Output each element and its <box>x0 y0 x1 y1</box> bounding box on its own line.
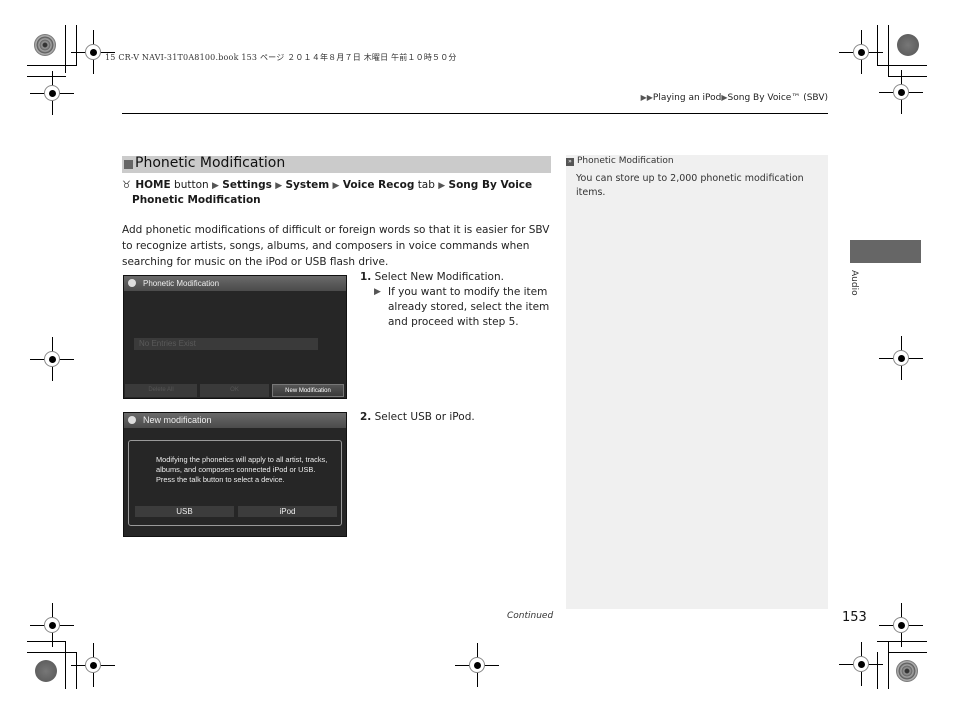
sidebar-note: » Phonetic Modification You can store up … <box>566 155 828 609</box>
continued-label: Continued <box>507 611 554 621</box>
step-2: 2. Select USB or iPod. <box>360 410 555 425</box>
crop-line <box>877 641 927 642</box>
path-phonetic-modification: Phonetic Modification <box>132 194 261 206</box>
crop-line <box>877 65 927 66</box>
ok-button[interactable]: OK <box>200 384 269 397</box>
crop-line <box>76 652 77 689</box>
step-note: ▶ If you want to modify the item already… <box>374 285 555 330</box>
step-punct: . <box>471 411 475 423</box>
registration-disc-icon <box>34 34 56 56</box>
breadcrumb-arrows-icon: ▶▶ <box>640 93 653 102</box>
gear-icon <box>128 279 136 287</box>
path-home: HOME <box>135 179 171 191</box>
crop-line <box>27 76 66 77</box>
path-system: System <box>285 179 330 191</box>
phonetic-modification-screenshot: Phonetic Modification No Entries Exist D… <box>123 275 347 399</box>
crop-line <box>76 25 77 65</box>
crop-line <box>888 76 927 77</box>
section-title: Phonetic Modification <box>135 155 286 171</box>
ipod-button[interactable]: iPod <box>238 506 337 517</box>
gear-icon <box>128 416 136 424</box>
step-number: 2. <box>360 411 372 423</box>
new-modification-screenshot: New modification Modifying the phonetics… <box>123 412 347 537</box>
step-note-text: If you want to modify the item already s… <box>388 286 550 328</box>
crop-line <box>877 652 878 689</box>
step-option-usb: USB <box>410 411 432 423</box>
step-punct: . <box>500 271 504 283</box>
registration-disc-icon <box>897 34 919 56</box>
step-target: New Modification <box>410 271 501 283</box>
path-song-by-voice: Song By Voice <box>448 179 533 191</box>
path-arrow-icon: ▶ <box>438 181 446 191</box>
print-header: 15 CR-V NAVI-31T0A8100.book 153 ページ ２０１４… <box>105 53 457 62</box>
section-square-icon <box>124 160 133 169</box>
path-text: button <box>174 179 209 191</box>
chapter-tab[interactable] <box>850 240 921 263</box>
step-1: 1. Select New Modification. ▶ If you wan… <box>360 270 555 330</box>
crop-line <box>888 652 927 653</box>
sidebar-note-heading: » Phonetic Modification <box>566 156 674 166</box>
breadcrumb: ▶▶Playing an iPod▶Song By Voice™ (SBV) <box>641 93 828 103</box>
navigation-path: ♉ HOME button ▶ Settings ▶ System ▶ Voic… <box>122 178 552 207</box>
intro-paragraph: Add phonetic modifications of difficult … <box>122 224 550 268</box>
sidebar-note-body: You can store up to 2,000 phonetic modif… <box>576 173 804 198</box>
new-modification-button[interactable]: New Modification <box>272 384 344 397</box>
screen-titlebar: New modification <box>124 413 346 428</box>
path-arrow-icon: ▶ <box>332 181 340 191</box>
double-chevron-icon: » <box>566 158 574 166</box>
crop-line <box>27 65 77 66</box>
crop-line <box>888 25 889 76</box>
crop-line <box>27 652 77 653</box>
dialog-message: Modifying the phonetics will apply to al… <box>156 455 328 484</box>
screen-title: Phonetic Modification <box>143 279 220 288</box>
breadcrumb-item[interactable]: Playing an iPod <box>653 93 721 103</box>
registration-disc-icon <box>35 660 57 682</box>
crop-line <box>877 25 878 65</box>
delete-all-button[interactable]: Delete All <box>125 384 197 397</box>
step-text: or <box>435 411 447 423</box>
chapter-tab-label: Audio <box>849 270 859 296</box>
step-text: Select <box>374 271 408 283</box>
breadcrumb-item[interactable]: Song By Voice™ (SBV) <box>728 93 828 103</box>
step-number: 1. <box>360 271 372 283</box>
registration-disc-icon <box>896 660 918 682</box>
crop-line <box>888 641 889 689</box>
section-heading: Phonetic Modification <box>122 155 551 173</box>
usb-button[interactable]: USB <box>135 506 234 517</box>
crop-line <box>65 641 66 689</box>
path-arrow-icon: ▶ <box>275 181 283 191</box>
empty-list-message: No Entries Exist <box>134 338 318 350</box>
path-voice-recog: Voice Recog <box>342 179 415 191</box>
screen-title: New modification <box>143 415 212 425</box>
path-arrow-icon: ▶ <box>212 181 219 191</box>
crop-line <box>27 641 66 642</box>
note-arrow-icon: ▶ <box>374 287 381 297</box>
screen-titlebar: Phonetic Modification <box>124 276 346 291</box>
voice-command-icon: ♉ <box>122 180 131 191</box>
header-rule <box>122 113 828 114</box>
sidebar-note-title: Phonetic Modification <box>577 156 674 166</box>
path-settings: Settings <box>222 179 272 191</box>
page-number: 153 <box>842 610 867 625</box>
step-option-ipod: iPod <box>449 411 472 423</box>
step-text: Select <box>374 411 408 423</box>
path-text: tab <box>417 179 435 191</box>
